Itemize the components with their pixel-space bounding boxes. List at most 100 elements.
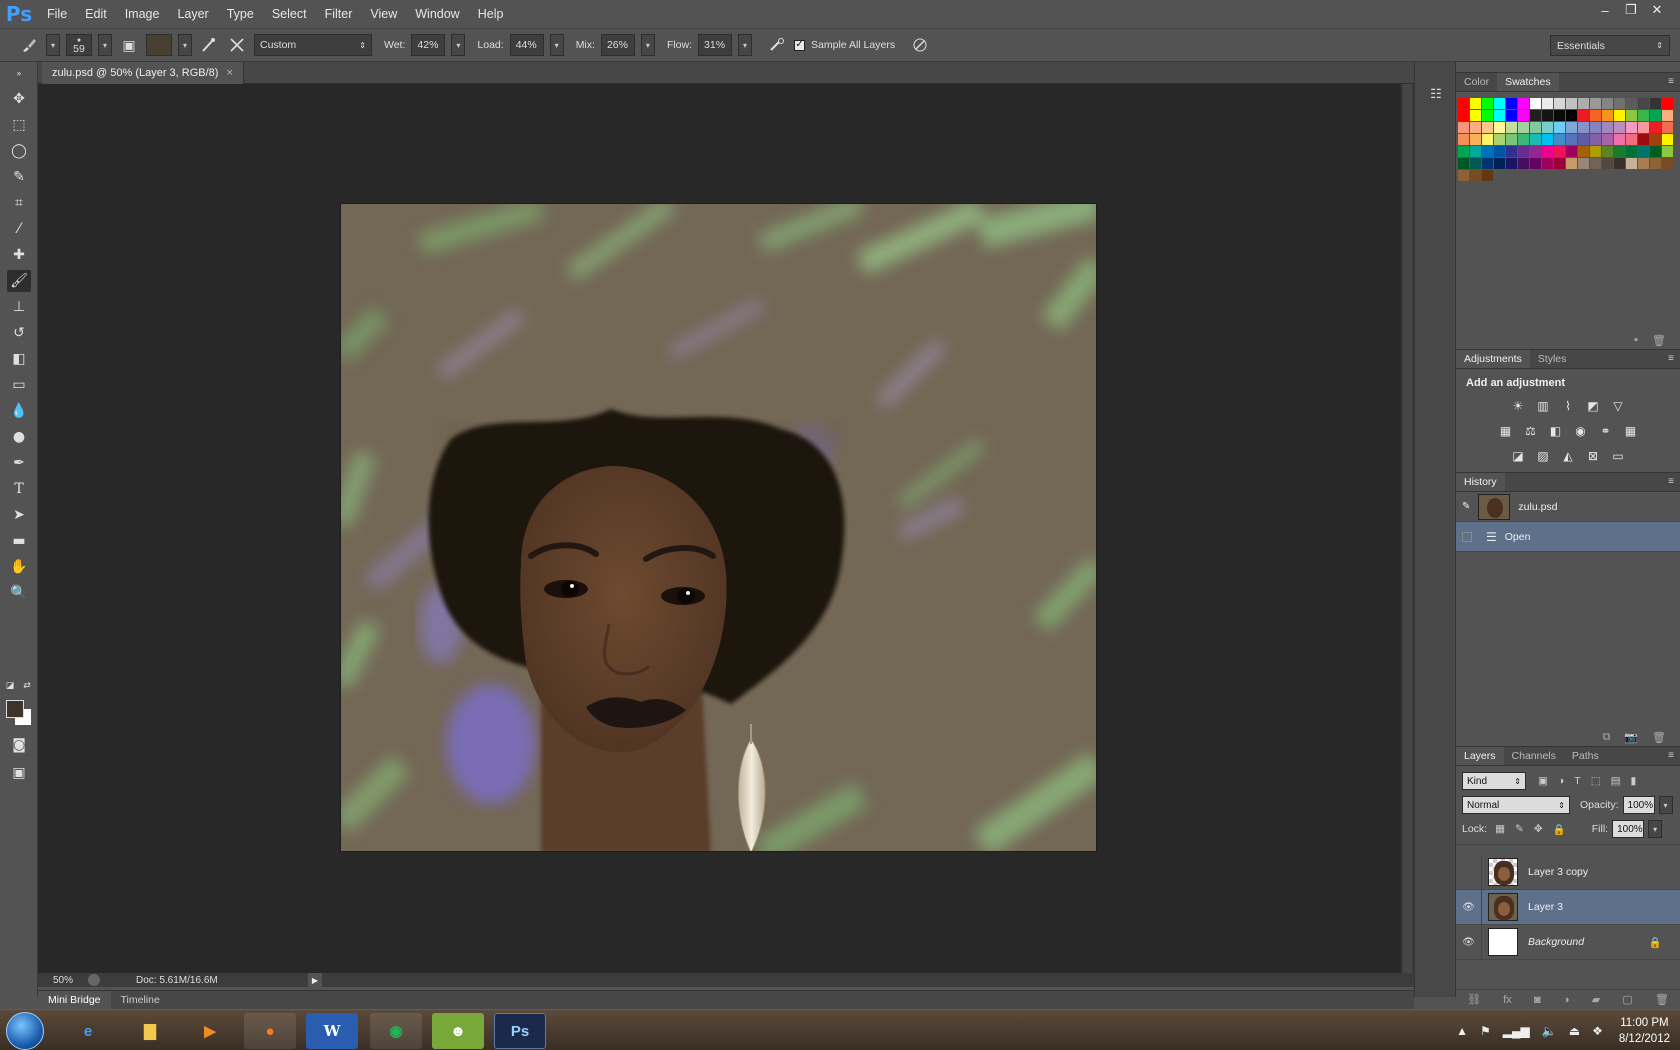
menu-view[interactable]: View: [361, 0, 406, 28]
brush-load-dropdown[interactable]: ▾: [178, 34, 192, 56]
brush-panel-icon[interactable]: ▣: [118, 34, 140, 56]
swatch[interactable]: [1578, 122, 1589, 133]
mixer-brush-tool-icon[interactable]: [18, 34, 40, 56]
color-balance-icon[interactable]: ⚖: [1522, 422, 1539, 439]
zoom-tool-icon[interactable]: 🔍: [7, 582, 31, 604]
swatch[interactable]: [1482, 98, 1493, 109]
lasso-tool-icon[interactable]: ◯: [7, 140, 31, 162]
swatch[interactable]: [1662, 110, 1673, 121]
swatch[interactable]: [1602, 98, 1613, 109]
swatch[interactable]: [1662, 158, 1673, 169]
document-artwork[interactable]: [340, 203, 1097, 852]
brush-picker-dropdown[interactable]: ▾: [98, 34, 112, 56]
swatch[interactable]: [1578, 134, 1589, 145]
hue-saturation-icon[interactable]: ▦: [1497, 422, 1514, 439]
safely-remove-icon[interactable]: ⏏: [1569, 1024, 1580, 1038]
swatch[interactable]: [1614, 98, 1625, 109]
tab-adjustments[interactable]: Adjustments: [1456, 350, 1530, 368]
swatch[interactable]: [1494, 98, 1505, 109]
menu-image[interactable]: Image: [116, 0, 169, 28]
swatch[interactable]: [1470, 146, 1481, 157]
swatch[interactable]: [1458, 170, 1469, 181]
swatch[interactable]: [1554, 122, 1565, 133]
word-icon[interactable]: W: [306, 1013, 358, 1049]
link-layers-icon[interactable]: ⛓: [1467, 993, 1481, 1006]
move-tool-icon[interactable]: ✥: [7, 88, 31, 110]
swatch[interactable]: [1542, 110, 1553, 121]
swatch[interactable]: [1566, 146, 1577, 157]
swatch[interactable]: [1662, 98, 1673, 109]
brush-size-picker[interactable]: ● 59: [66, 34, 92, 56]
volume-icon[interactable]: 🔈: [1542, 1024, 1557, 1038]
curves-icon[interactable]: ⌇: [1560, 397, 1577, 414]
swatch[interactable]: [1590, 134, 1601, 145]
photo-filter-icon[interactable]: ◉: [1572, 422, 1589, 439]
swatch[interactable]: [1458, 146, 1469, 157]
history-brush-source-icon[interactable]: ✎: [1462, 501, 1470, 512]
action-center-flag-icon[interactable]: ⚑: [1480, 1024, 1491, 1038]
swatch[interactable]: [1470, 158, 1481, 169]
swatch[interactable]: [1554, 158, 1565, 169]
swatch[interactable]: [1614, 122, 1625, 133]
gradient-map-icon[interactable]: ▭: [1610, 447, 1627, 464]
crop-tool-icon[interactable]: ⌗: [7, 192, 31, 214]
add-mask-icon[interactable]: ◙: [1534, 994, 1541, 1006]
swatch[interactable]: [1614, 110, 1625, 121]
channel-mixer-icon[interactable]: ⚭: [1597, 422, 1614, 439]
scroll-thumb[interactable]: [1403, 84, 1412, 973]
swatch[interactable]: [1662, 134, 1673, 145]
swatch[interactable]: [1494, 110, 1505, 121]
status-menu-arrow[interactable]: ▶: [308, 973, 322, 987]
wet-dropdown[interactable]: ▾: [451, 34, 466, 56]
tab-color[interactable]: Color: [1456, 73, 1497, 91]
swatch[interactable]: [1542, 98, 1553, 109]
hand-tool-icon[interactable]: ✋: [7, 556, 31, 578]
swatch[interactable]: [1506, 122, 1517, 133]
menu-filter[interactable]: Filter: [316, 0, 362, 28]
filter-adjustment-icon[interactable]: ◑: [1558, 775, 1564, 787]
swatch[interactable]: [1590, 110, 1601, 121]
swap-colors-icon[interactable]: ⇄: [20, 680, 34, 692]
status-info-icon[interactable]: [88, 974, 100, 986]
history-state-checkbox[interactable]: [1462, 531, 1472, 542]
swatch[interactable]: [1626, 122, 1637, 133]
swatch[interactable]: [1578, 146, 1589, 157]
swatch[interactable]: [1506, 98, 1517, 109]
opacity-dropdown[interactable]: ▾: [1658, 796, 1673, 814]
clock[interactable]: 11:00 PM 8/12/2012: [1619, 1015, 1670, 1047]
swatch[interactable]: [1626, 98, 1637, 109]
panel-menu-icon[interactable]: ≡: [1668, 476, 1674, 487]
swatch[interactable]: [1530, 122, 1541, 133]
lock-all-icon[interactable]: 🔒: [1553, 823, 1566, 836]
swatch[interactable]: [1494, 146, 1505, 157]
tab-history[interactable]: History: [1456, 473, 1505, 491]
clone-stamp-tool-icon[interactable]: ⊥: [7, 296, 31, 318]
new-swatch-icon[interactable]: ▪: [1634, 334, 1638, 346]
layer-name[interactable]: Background: [1528, 936, 1584, 948]
opacity-input[interactable]: 100%: [1622, 796, 1655, 814]
type-tool-icon[interactable]: T: [7, 478, 31, 500]
swatch[interactable]: [1578, 110, 1589, 121]
swatch[interactable]: [1518, 122, 1529, 133]
selective-color-icon[interactable]: ⊠: [1585, 447, 1602, 464]
lock-image-icon[interactable]: ✎: [1515, 823, 1524, 835]
tab-swatches[interactable]: Swatches: [1497, 73, 1559, 91]
swatch[interactable]: [1530, 134, 1541, 145]
swatch[interactable]: [1506, 110, 1517, 121]
swatch[interactable]: [1458, 134, 1469, 145]
swatch[interactable]: [1602, 146, 1613, 157]
swatch[interactable]: [1482, 122, 1493, 133]
firefox-icon[interactable]: ●: [244, 1013, 296, 1049]
load-brush-icon[interactable]: [198, 34, 220, 56]
pen-tool-icon[interactable]: ✒: [7, 452, 31, 474]
swatch[interactable]: [1470, 122, 1481, 133]
swatch[interactable]: [1626, 146, 1637, 157]
game-app-icon[interactable]: ☻: [432, 1013, 484, 1049]
marquee-tool-icon[interactable]: ⬚: [7, 114, 31, 136]
swatch[interactable]: [1638, 146, 1649, 157]
menu-help[interactable]: Help: [469, 0, 513, 28]
swatch[interactable]: [1470, 110, 1481, 121]
load-input[interactable]: 44%: [509, 34, 544, 56]
menu-edit[interactable]: Edit: [76, 0, 116, 28]
layer-row[interactable]: Layer 3 copy: [1456, 854, 1680, 890]
